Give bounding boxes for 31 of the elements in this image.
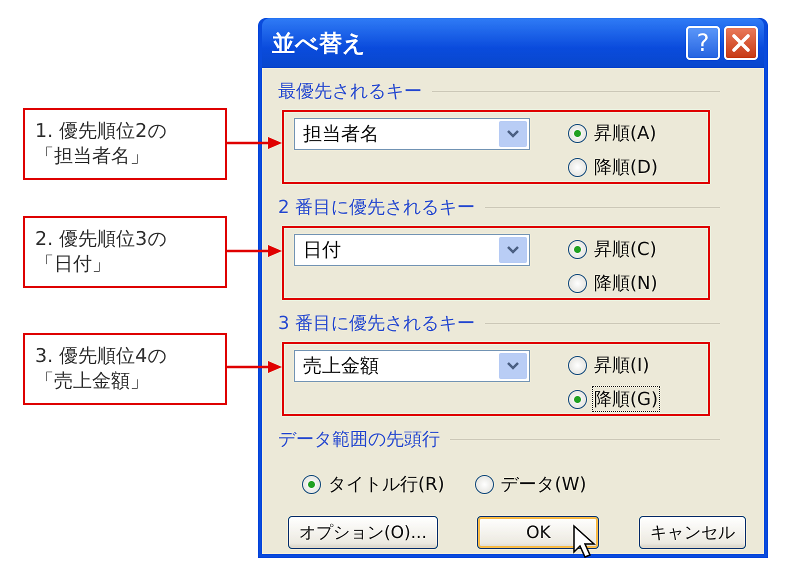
close-icon — [731, 33, 751, 53]
dialog-button[interactable]: オプション(O)... — [288, 516, 438, 549]
radio-option[interactable]: 降順(N) — [568, 270, 698, 296]
radio-option[interactable]: 昇順(C) — [568, 236, 698, 262]
radio-option[interactable]: 昇順(A) — [568, 120, 698, 146]
group-heading: 2 番目に優先されるキー — [278, 196, 476, 219]
callout-text: 1. 優先順位2の — [35, 119, 166, 144]
close-button[interactable] — [724, 26, 758, 60]
help-button[interactable]: ? — [686, 26, 720, 60]
group-heading: 最優先されるキー — [278, 80, 422, 103]
chevron-down-icon — [499, 121, 527, 147]
callout-text: 「担当者名」 — [35, 144, 149, 169]
key-dropdown[interactable]: 担当者名 — [294, 118, 530, 150]
callout-text: 3. 優先順位4の — [35, 344, 166, 369]
callout-text: 「売上金額」 — [35, 369, 149, 394]
mouse-cursor-icon — [572, 524, 598, 560]
key-dropdown[interactable]: 売上金額 — [294, 350, 530, 382]
window-title: 並べ替え — [272, 30, 367, 58]
radio-option[interactable]: タイトル行(R) — [302, 466, 447, 502]
key-dropdown[interactable]: 日付 — [294, 234, 530, 266]
radio-option[interactable]: 降順(D) — [568, 154, 698, 180]
radio-option[interactable]: 昇順(I) — [568, 352, 698, 378]
group-heading: 3 番目に優先されるキー — [278, 312, 476, 335]
radio-option[interactable]: データ(W) — [474, 466, 588, 502]
dialog-button[interactable]: OK — [477, 516, 600, 549]
chevron-down-icon — [499, 353, 527, 379]
dialog-button[interactable]: キャンセル — [638, 516, 746, 549]
callout-text: 2. 優先順位3の — [35, 227, 166, 252]
group-heading: データ範囲の先頭行 — [278, 428, 440, 451]
callout-text: 「日付」 — [35, 252, 111, 277]
chevron-down-icon — [499, 237, 527, 263]
